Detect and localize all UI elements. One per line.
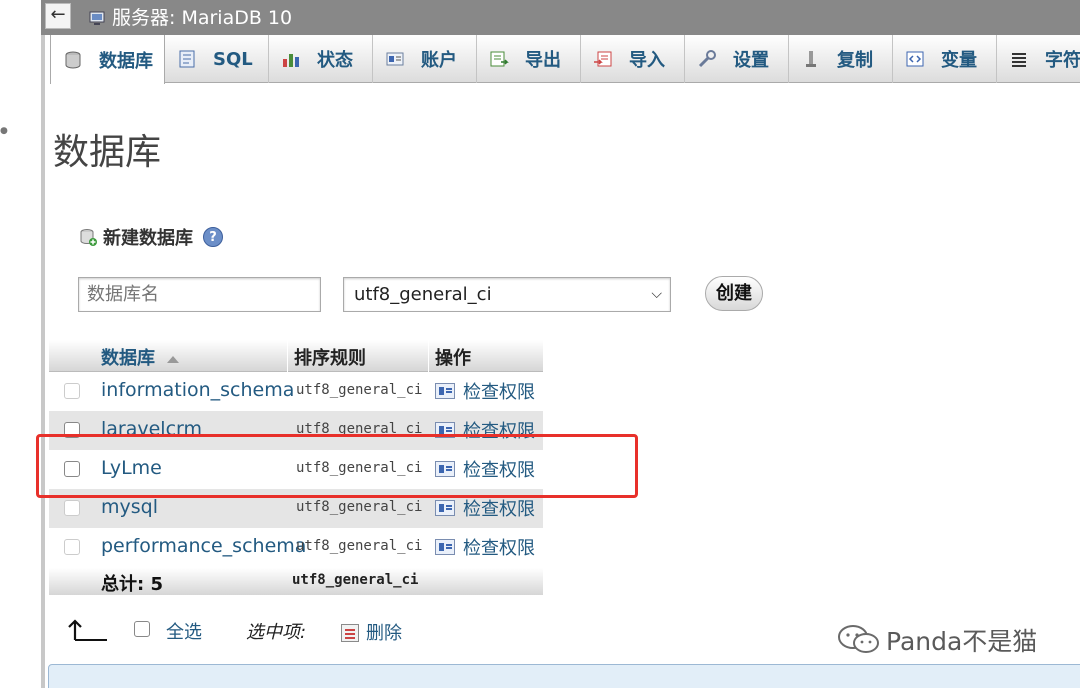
tab-label: 导入 — [629, 50, 665, 71]
collation-select[interactable]: utf8_general_ci ⌵ — [343, 277, 671, 312]
create-database-label: 新建数据库 — [103, 228, 193, 249]
table-row: performance_schema utf8_general_ci 检查权限 — [49, 528, 543, 567]
column-header-action: 操作 — [435, 348, 471, 369]
export-icon — [490, 51, 509, 67]
tab-status[interactable]: 状态 — [269, 35, 373, 83]
total-count: 总计: 5 — [101, 574, 163, 595]
watermark: Panda不是猫 — [836, 622, 1037, 658]
row-checkbox[interactable] — [64, 500, 80, 516]
arrow-up-left-icon — [68, 619, 107, 641]
tab-label: 设置 — [733, 50, 769, 71]
notice-banner — [48, 664, 1080, 688]
database-icon — [65, 51, 81, 69]
column-header-database-label: 数据库 — [101, 348, 155, 369]
collation-cell: utf8_general_ci — [296, 382, 423, 398]
page-title: 数据库 — [53, 132, 162, 173]
check-privileges-link[interactable]: 检查权限 — [435, 534, 535, 560]
collation-select-value: utf8_general_ci — [354, 284, 492, 305]
check-privileges-link[interactable]: 检查权限 — [435, 495, 535, 521]
help-icon[interactable]: ? — [203, 227, 223, 247]
tab-export[interactable]: 导出 — [477, 35, 581, 83]
privileges-icon — [435, 539, 455, 555]
new-database-icon — [80, 229, 97, 246]
privileges-icon — [435, 500, 455, 516]
check-privileges-label: 检查权限 — [463, 382, 535, 403]
delete-icon[interactable] — [341, 624, 359, 642]
chevron-down-icon: ⌵ — [651, 286, 662, 302]
collation-cell: utf8_general_ci — [296, 499, 423, 515]
sql-icon — [179, 50, 195, 68]
create-database-heading: 新建数据库 ? — [79, 224, 223, 250]
tab-charsets[interactable]: 字符 — [997, 35, 1080, 83]
tab-databases[interactable]: 数据库 — [50, 35, 165, 84]
table-row: information_schema utf8_general_ci 检查权限 — [49, 372, 543, 411]
settings-wrench-icon — [698, 50, 716, 68]
delete-button[interactable]: 删除 — [366, 619, 402, 645]
tab-replication[interactable]: 复制 — [789, 35, 893, 83]
tab-label: 导出 — [525, 50, 561, 71]
main-tabs: 数据库 SQL 状态 账户 导出 导入 设置 复制 变量 字符 — [50, 35, 1080, 84]
column-header-collation: 排序规则 — [294, 348, 366, 369]
check-privileges-link[interactable]: 检查权限 — [435, 378, 535, 404]
replication-icon — [806, 51, 816, 67]
database-link[interactable]: performance_schema — [101, 535, 306, 557]
tab-settings[interactable]: 设置 — [685, 35, 789, 83]
tab-label: 数据库 — [99, 50, 153, 72]
check-privileges-label: 检查权限 — [463, 499, 535, 520]
check-privileges-label: 检查权限 — [463, 538, 535, 559]
column-divider — [287, 340, 288, 372]
column-header-database[interactable]: 数据库 — [101, 344, 179, 370]
variables-icon — [906, 51, 924, 67]
total-collation: utf8_general_ci — [292, 572, 419, 588]
database-name-input[interactable] — [78, 277, 321, 312]
accounts-icon — [386, 52, 404, 66]
sort-ascending-icon — [167, 355, 179, 363]
tab-label: 账户 — [421, 50, 457, 71]
tab-import[interactable]: 导入 — [581, 35, 685, 83]
server-icon — [89, 11, 105, 25]
row-checkbox[interactable] — [64, 539, 80, 555]
column-divider — [428, 340, 429, 372]
wechat-logo-icon — [838, 625, 879, 653]
create-button[interactable]: 创建 — [705, 276, 763, 311]
panel-resizer[interactable] — [41, 0, 45, 688]
with-selected-label: 选中项: — [246, 622, 307, 643]
tab-label: 变量 — [941, 50, 977, 71]
table-header: 数据库 排序规则 操作 — [49, 340, 543, 372]
charsets-icon — [1012, 53, 1026, 67]
tab-sql[interactable]: SQL — [165, 35, 269, 83]
watermark-text: Panda不是猫 — [886, 627, 1038, 656]
collation-cell: utf8_general_ci — [296, 538, 423, 554]
status-icon — [283, 54, 299, 67]
import-icon — [594, 51, 612, 67]
tab-label: 状态 — [317, 50, 353, 71]
tab-label: 复制 — [837, 50, 873, 71]
tab-label: SQL — [213, 48, 253, 70]
highlight-annotation — [36, 434, 638, 498]
row-checkbox[interactable] — [64, 383, 80, 399]
database-link[interactable]: mysql — [101, 496, 158, 518]
back-button[interactable]: ← — [45, 3, 71, 29]
tab-label: 字符 — [1045, 50, 1080, 71]
left-panel-edge — [0, 0, 41, 688]
server-title[interactable]: 服务器: MariaDB 10 — [112, 6, 292, 30]
tab-variables[interactable]: 变量 — [893, 35, 997, 83]
database-link[interactable]: information_schema — [101, 379, 294, 401]
select-all-label[interactable]: 全选 — [166, 618, 202, 644]
collapse-handle-icon[interactable]: ● — [0, 127, 8, 136]
server-breadcrumb-bar: ← 服务器: MariaDB 10 — [41, 0, 1080, 35]
tab-accounts[interactable]: 账户 — [373, 35, 477, 83]
privileges-icon — [435, 383, 455, 399]
table-footer-total: 总计: 5 utf8_general_ci — [49, 568, 543, 595]
select-all-checkbox[interactable] — [134, 621, 150, 637]
